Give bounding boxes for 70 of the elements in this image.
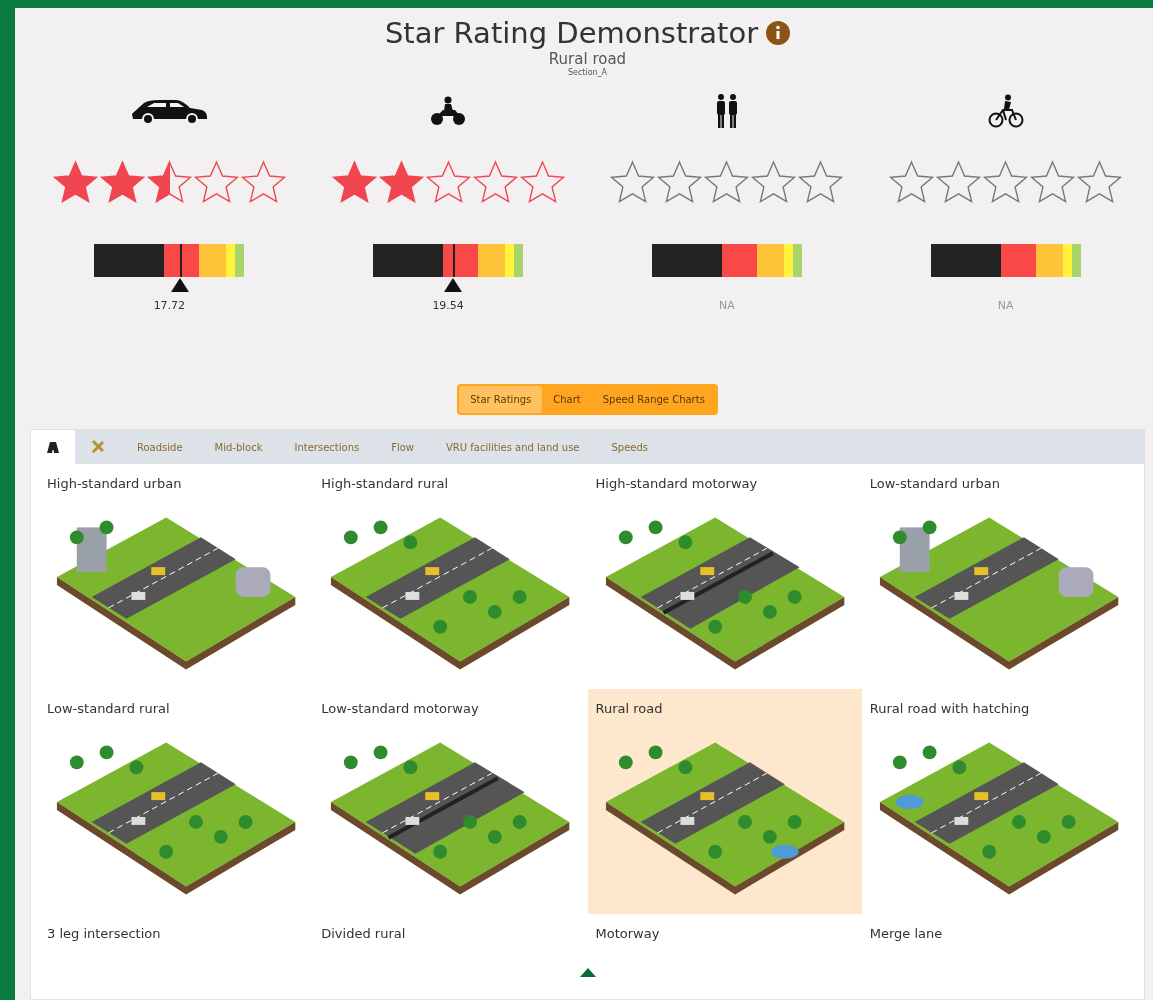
road-type-label: High-standard motorway bbox=[595, 476, 759, 491]
tab[interactable] bbox=[31, 430, 75, 464]
score-value: 17.72 bbox=[153, 299, 186, 312]
star-icon bbox=[797, 159, 845, 206]
star-icon bbox=[424, 159, 472, 206]
road-type-label: Low-standard urban bbox=[869, 476, 1001, 491]
star-icon bbox=[51, 159, 99, 206]
star-icon bbox=[239, 159, 287, 206]
star-icon bbox=[330, 159, 378, 206]
tools-icon bbox=[91, 440, 105, 454]
caret-up-icon[interactable] bbox=[579, 968, 596, 977]
star-icon bbox=[656, 159, 704, 206]
road-type-label: Low-standard rural bbox=[47, 701, 171, 716]
road-type-tile[interactable]: High-standard urban bbox=[39, 464, 314, 689]
page-title: Star Rating Demonstrator bbox=[384, 16, 759, 50]
road-type-tile[interactable]: 3 leg intersection bbox=[39, 914, 314, 964]
road-type-tile[interactable]: Low-standard motorway bbox=[313, 689, 588, 914]
star-icon bbox=[192, 159, 240, 206]
star-icon bbox=[609, 159, 657, 206]
star-icon bbox=[935, 159, 983, 206]
star-icon bbox=[750, 159, 798, 206]
tab[interactable]: Flow bbox=[375, 430, 431, 464]
view-toggle-button[interactable]: Chart bbox=[542, 386, 592, 413]
star-icon bbox=[377, 159, 425, 206]
road-type-tile[interactable]: Motorway bbox=[587, 914, 862, 964]
road-type-tile[interactable]: Merge lane bbox=[861, 914, 1136, 964]
road-type-tile[interactable]: High-standard rural bbox=[313, 464, 588, 689]
road-icon bbox=[47, 441, 59, 453]
tab[interactable]: Mid-block bbox=[198, 430, 279, 464]
pointer-icon bbox=[170, 278, 189, 292]
road-type-label: Low-standard motorway bbox=[321, 701, 480, 716]
road-type-label: Rural road bbox=[595, 701, 664, 716]
view-toggle-button[interactable]: Speed Range Charts bbox=[591, 386, 716, 413]
star-icon bbox=[982, 159, 1030, 206]
star-icon bbox=[145, 159, 193, 206]
star-icon bbox=[98, 159, 146, 206]
road-type-tile[interactable]: Divided rural bbox=[313, 914, 588, 964]
star-icon bbox=[1029, 159, 1077, 206]
road-type-tile[interactable]: Rural road with hatching bbox=[861, 689, 1136, 914]
section-name: Section_A bbox=[567, 68, 608, 77]
score-value: NA bbox=[719, 299, 735, 312]
view-toggle-button[interactable]: Star Ratings bbox=[459, 386, 543, 413]
car-icon bbox=[130, 98, 209, 124]
road-type-label: Motorway bbox=[595, 926, 661, 941]
road-type-label: High-standard urban bbox=[47, 476, 183, 491]
road-type-label: Rural road with hatching bbox=[869, 701, 1031, 716]
score-value: NA bbox=[997, 299, 1014, 312]
star-icon bbox=[471, 159, 519, 206]
tab[interactable]: Roadside bbox=[121, 430, 199, 464]
road-type-label: Merge lane bbox=[869, 926, 944, 941]
star-icon bbox=[888, 159, 936, 206]
road-type-tile[interactable]: Rural road bbox=[587, 689, 862, 914]
star-icon bbox=[518, 159, 566, 206]
tab[interactable]: VRU facilities and land use bbox=[430, 430, 596, 464]
star-icon bbox=[1076, 159, 1124, 206]
tab[interactable]: Intersections bbox=[278, 430, 376, 464]
motorcycle-icon bbox=[429, 96, 468, 126]
score-value: 19.54 bbox=[432, 299, 464, 312]
star-icon bbox=[703, 159, 751, 206]
pointer-icon bbox=[443, 278, 462, 292]
tab[interactable]: Speeds bbox=[595, 430, 665, 464]
cyclist-icon bbox=[987, 94, 1024, 128]
road-type-tile[interactable]: Low-standard urban bbox=[861, 464, 1136, 689]
info-icon[interactable] bbox=[766, 21, 791, 45]
road-type-tile[interactable]: High-standard motorway bbox=[587, 464, 862, 689]
road-type-label: High-standard rural bbox=[321, 476, 450, 491]
road-type-label: Divided rural bbox=[321, 926, 407, 941]
road-type-tile[interactable]: Low-standard rural bbox=[39, 689, 314, 914]
road-name: Rural road bbox=[548, 50, 627, 68]
road-type-label: 3 leg intersection bbox=[47, 926, 162, 941]
